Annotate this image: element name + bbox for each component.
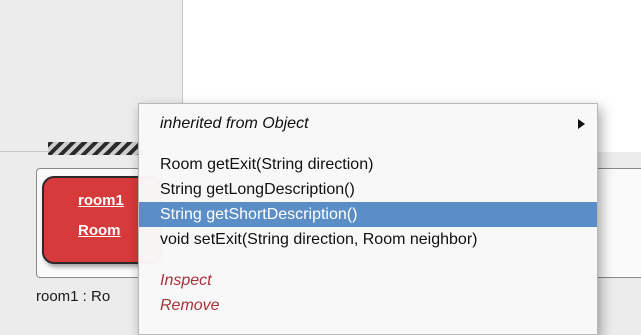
menu-item-remove[interactable]: Remove [139,293,597,318]
menu-item-get-exit[interactable]: Room getExit(String direction) [139,152,597,177]
object-context-menu: inherited from Object Room getExit(Strin… [138,103,598,335]
menu-item-label: Remove [160,297,220,314]
menu-separator [139,136,597,152]
status-label: room1 : Ro [36,288,111,305]
menu-item-label: inherited from Object [160,115,309,132]
menu-item-label: Room getExit(String direction) [160,156,374,173]
menu-item-inherited-from-object[interactable]: inherited from Object [139,111,597,136]
menu-item-label: String getShortDescription() [160,206,358,223]
menu-item-label: Inspect [160,272,212,289]
triangle-right-icon [578,119,585,129]
object-instance-name: room1 [78,192,124,209]
menu-item-set-exit[interactable]: void setExit(String direction, Room neig… [139,227,597,252]
menu-item-inspect[interactable]: Inspect [139,268,597,293]
menu-item-label: String getLongDescription() [160,181,355,198]
machine-status-striped-bar [48,142,143,155]
menu-separator [139,252,597,268]
menu-item-label: void setExit(String direction, Room neig… [160,231,478,248]
menu-item-get-short-description[interactable]: String getShortDescription() [139,202,597,227]
menu-item-get-long-description[interactable]: String getLongDescription() [139,177,597,202]
object-instance-type: Room [78,222,121,239]
